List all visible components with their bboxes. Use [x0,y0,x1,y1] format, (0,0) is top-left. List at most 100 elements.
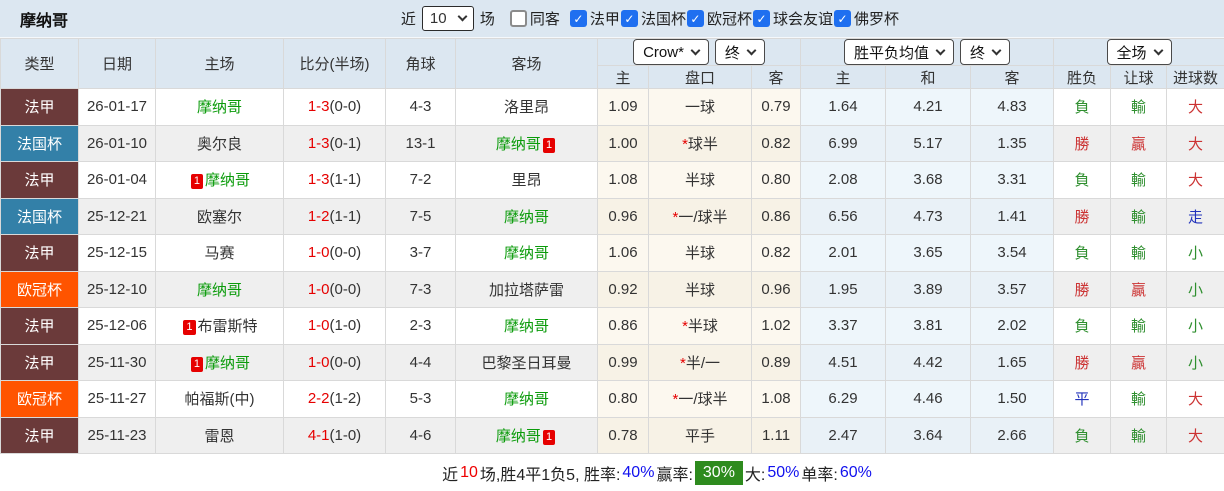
team-title: 摩纳哥 [20,7,68,31]
home-team-name: 雷恩 [204,428,234,445]
date-cell: 25-11-27 [79,381,156,418]
handicap-cell: 半球 [649,271,752,308]
result-goals-cell: 小 [1167,271,1224,308]
checkbox-unchecked-icon[interactable] [510,10,527,27]
asia-away-odds: 0.82 [752,235,801,272]
away-team-cell: 里昂 [456,162,598,199]
asia-away-odds: 0.96 [752,271,801,308]
euro-away-odds: 4.83 [971,89,1054,126]
euro-draw-odds: 5.17 [886,125,971,162]
result-handicap-cell: 輸 [1111,381,1167,418]
checkbox-same-away[interactable]: 同客 [510,8,561,29]
table-row: 法甲 26-01-17 摩纳哥 1-3(0-0) 4-3 洛里昂 1.09 一球… [1,89,1224,126]
asia-away-odds: 1.08 [752,381,801,418]
away-team-name: 摩纳哥 [504,318,549,335]
asia-away-odds: 1.02 [752,308,801,345]
checkbox-checked-icon[interactable]: ✓ [621,10,638,27]
col-header-result-wdl: 胜负 [1054,66,1111,89]
date-cell: 25-12-15 [79,235,156,272]
match-scope-value: 全场 [1117,42,1147,63]
corners-cell: 7-3 [386,271,456,308]
asia-odds-time-value: 终 [725,42,740,63]
result-wdl-cell: 勝 [1054,125,1111,162]
full-time-score: 2-2 [308,390,330,407]
over-value: 50% [767,464,799,482]
result-wdl-cell: 勝 [1054,271,1111,308]
col-header-away: 客场 [456,39,598,89]
euro-odds-time-value: 终 [970,42,985,63]
euro-away-odds: 1.35 [971,125,1054,162]
checkbox-ucl[interactable]: ✓ 欧冠杯 [687,8,753,29]
euro-home-odds: 6.56 [801,198,886,235]
date-cell: 25-12-21 [79,198,156,235]
euro-away-odds: 1.50 [971,381,1054,418]
single-rate-value: 60% [840,464,872,482]
red-card-badge: 1 [191,357,203,372]
checkbox-checked-icon[interactable]: ✓ [753,10,770,27]
near-label: 近 [401,8,416,29]
table-row: 法甲 25-12-15 马赛 1-0(0-0) 3-7 摩纳哥 1.06 半球 … [1,235,1224,272]
asia-away-odds: 0.86 [752,198,801,235]
home-team-name: 摩纳哥 [197,99,242,116]
match-scope-select[interactable]: 全场 [1107,39,1172,65]
handicap-cell: 一球 [649,89,752,126]
checkbox-other-cup[interactable]: ✓ 佛罗杯 [834,8,900,29]
euro-away-odds: 2.66 [971,417,1054,454]
league-badge: 欧冠杯 [1,271,79,308]
full-time-score: 1-3 [308,98,330,115]
away-team-name: 巴黎圣日耳曼 [481,355,571,372]
checkbox-french-cup[interactable]: ✓ 法国杯 [621,8,687,29]
home-team-cell: 帕福斯(中) [156,381,284,418]
checkbox-checked-icon[interactable]: ✓ [687,10,704,27]
result-handicap-cell: 輸 [1111,308,1167,345]
euro-home-odds: 6.99 [801,125,886,162]
col-header-asia-away: 客 [752,66,801,89]
score-cell: 2-2(1-2) [284,381,386,418]
checkbox-ligue1[interactable]: ✓ 法甲 [570,8,621,29]
away-team-cell: 摩纳哥 [456,235,598,272]
result-handicap-cell: 輸 [1111,162,1167,199]
table-row: 法甲 26-01-04 1摩纳哥 1-3(1-1) 7-2 里昂 1.08 半球… [1,162,1224,199]
checkbox-checked-icon[interactable]: ✓ [834,10,851,27]
checkbox-label: 法国杯 [641,8,686,29]
asia-odds-time-select[interactable]: 终 [715,39,765,65]
euro-odds-type-select[interactable]: 胜平负均值 [844,39,954,65]
score-cell: 1-3(0-0) [284,89,386,126]
handicap-value: 半球 [685,245,715,262]
euro-draw-odds: 3.68 [886,162,971,199]
handicap-cell: *半球 [649,308,752,345]
date-cell: 25-11-30 [79,344,156,381]
away-team-cell: 摩纳哥 [456,198,598,235]
result-goals-cell: 大 [1167,381,1224,418]
away-team-cell: 巴黎圣日耳曼 [456,344,598,381]
match-count-select[interactable]: 10 [422,6,474,31]
asia-home-odds: 0.92 [598,271,649,308]
full-time-score: 1-0 [308,281,330,298]
euro-odds-time-select[interactable]: 终 [960,39,1010,65]
half-time-score: (0-0) [330,98,362,115]
col-header-euro-away: 客 [971,66,1054,89]
red-card-badge: 1 [543,430,555,445]
handicap-win-label: 赢率: [656,461,692,485]
half-time-score: (0-0) [330,354,362,371]
half-time-score: (1-1) [330,208,362,225]
full-time-score: 1-3 [308,135,330,152]
euro-away-odds: 1.65 [971,344,1054,381]
result-wdl-cell: 負 [1054,89,1111,126]
checkbox-label: 同客 [530,8,560,29]
league-badge: 欧冠杯 [1,381,79,418]
home-team-name: 布雷斯特 [198,318,258,335]
result-goals-cell: 小 [1167,344,1224,381]
away-team-name: 摩纳哥 [504,209,549,226]
result-handicap-cell: 輸 [1111,89,1167,126]
red-card-badge: 1 [543,138,555,153]
chevron-down-icon [457,12,467,22]
league-badge: 法甲 [1,89,79,126]
euro-away-odds: 3.57 [971,271,1054,308]
checkbox-checked-icon[interactable]: ✓ [570,10,587,27]
euro-draw-odds: 3.64 [886,417,971,454]
checkbox-club-friendly[interactable]: ✓ 球会友谊 [753,8,834,29]
odds-source-select[interactable]: Crow* [633,39,709,65]
table-row: 欧冠杯 25-11-27 帕福斯(中) 2-2(1-2) 5-3 摩纳哥 0.8… [1,381,1224,418]
asia-home-odds: 0.86 [598,308,649,345]
